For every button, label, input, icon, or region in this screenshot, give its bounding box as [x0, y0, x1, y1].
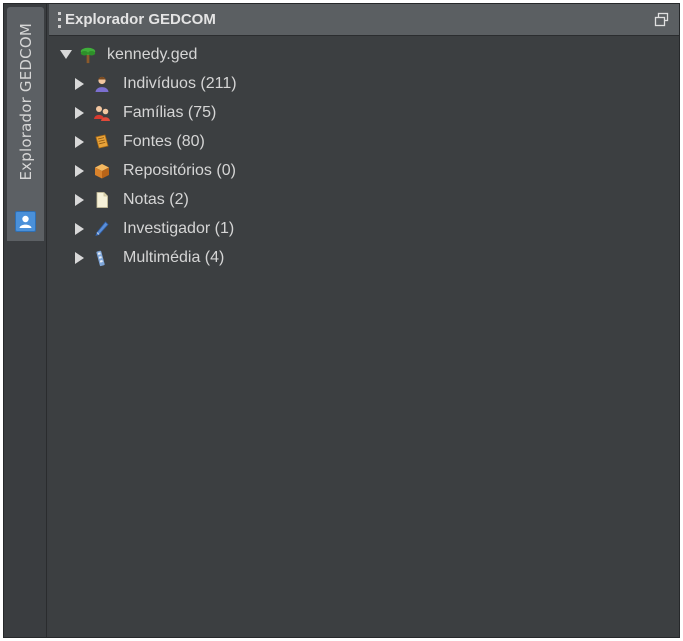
tree-item-sources[interactable]: Fontes (80): [49, 127, 679, 156]
sidebar-tab-label: Explorador GEDCOM: [16, 23, 35, 181]
drag-grip-icon[interactable]: [58, 11, 61, 28]
tree-root-node[interactable]: kennedy.ged: [49, 40, 679, 69]
expanded-arrow-icon[interactable]: [59, 48, 73, 62]
gedcom-explorer-window: Explorador GEDCOM Explorador GEDCOM kenn…: [3, 3, 680, 638]
tree-item-label: Investigador (1): [123, 219, 235, 237]
tree-item-families[interactable]: Famílias (75): [49, 98, 679, 127]
panel-title: Explorador GEDCOM: [65, 11, 216, 28]
tree-item-individuals[interactable]: Indivíduos (211): [49, 69, 679, 98]
collapsed-arrow-icon[interactable]: [73, 164, 87, 178]
tree-item-label: Indivíduos (211): [123, 74, 237, 92]
side-dock-strip: Explorador GEDCOM: [4, 4, 47, 637]
collapsed-arrow-icon[interactable]: [73, 135, 87, 149]
restore-window-icon[interactable]: [654, 12, 669, 27]
collapsed-arrow-icon[interactable]: [73, 222, 87, 236]
collapsed-arrow-icon[interactable]: [73, 193, 87, 207]
collapsed-arrow-icon[interactable]: [73, 106, 87, 120]
tree-item-label: Repositórios (0): [123, 161, 236, 179]
sidebar-tab-gedcom-explorer[interactable]: Explorador GEDCOM: [7, 7, 44, 241]
tree-item-label: Notas (2): [123, 190, 189, 208]
note-icon: [93, 191, 111, 209]
individual-icon: [93, 75, 111, 93]
multimedia-icon: [93, 249, 111, 267]
family-icon: [93, 104, 111, 122]
tree-root-label: kennedy.ged: [107, 45, 198, 63]
tree-item-notes[interactable]: Notas (2): [49, 185, 679, 214]
repository-box-icon: [93, 162, 111, 180]
family-tree-icon: [79, 46, 97, 64]
gedcom-tree: kennedy.ged Indivíduos (211) Famílias (7…: [49, 40, 679, 272]
panel-titlebar[interactable]: Explorador GEDCOM: [49, 4, 679, 36]
collapsed-arrow-icon[interactable]: [73, 251, 87, 265]
researcher-pen-icon: [93, 220, 111, 238]
tree-item-label: Multimédia (4): [123, 248, 225, 266]
explorer-panel: Explorador GEDCOM kennedy.ged Indivíduos…: [49, 4, 679, 637]
tree-item-multimedia[interactable]: Multimédia (4): [49, 243, 679, 272]
collapsed-arrow-icon[interactable]: [73, 77, 87, 91]
tree-item-label: Famílias (75): [123, 103, 217, 121]
tree-item-label: Fontes (80): [123, 132, 205, 150]
person-card-icon: [15, 211, 36, 232]
tree-item-researcher[interactable]: Investigador (1): [49, 214, 679, 243]
source-book-icon: [93, 133, 111, 151]
tree-item-repositories[interactable]: Repositórios (0): [49, 156, 679, 185]
